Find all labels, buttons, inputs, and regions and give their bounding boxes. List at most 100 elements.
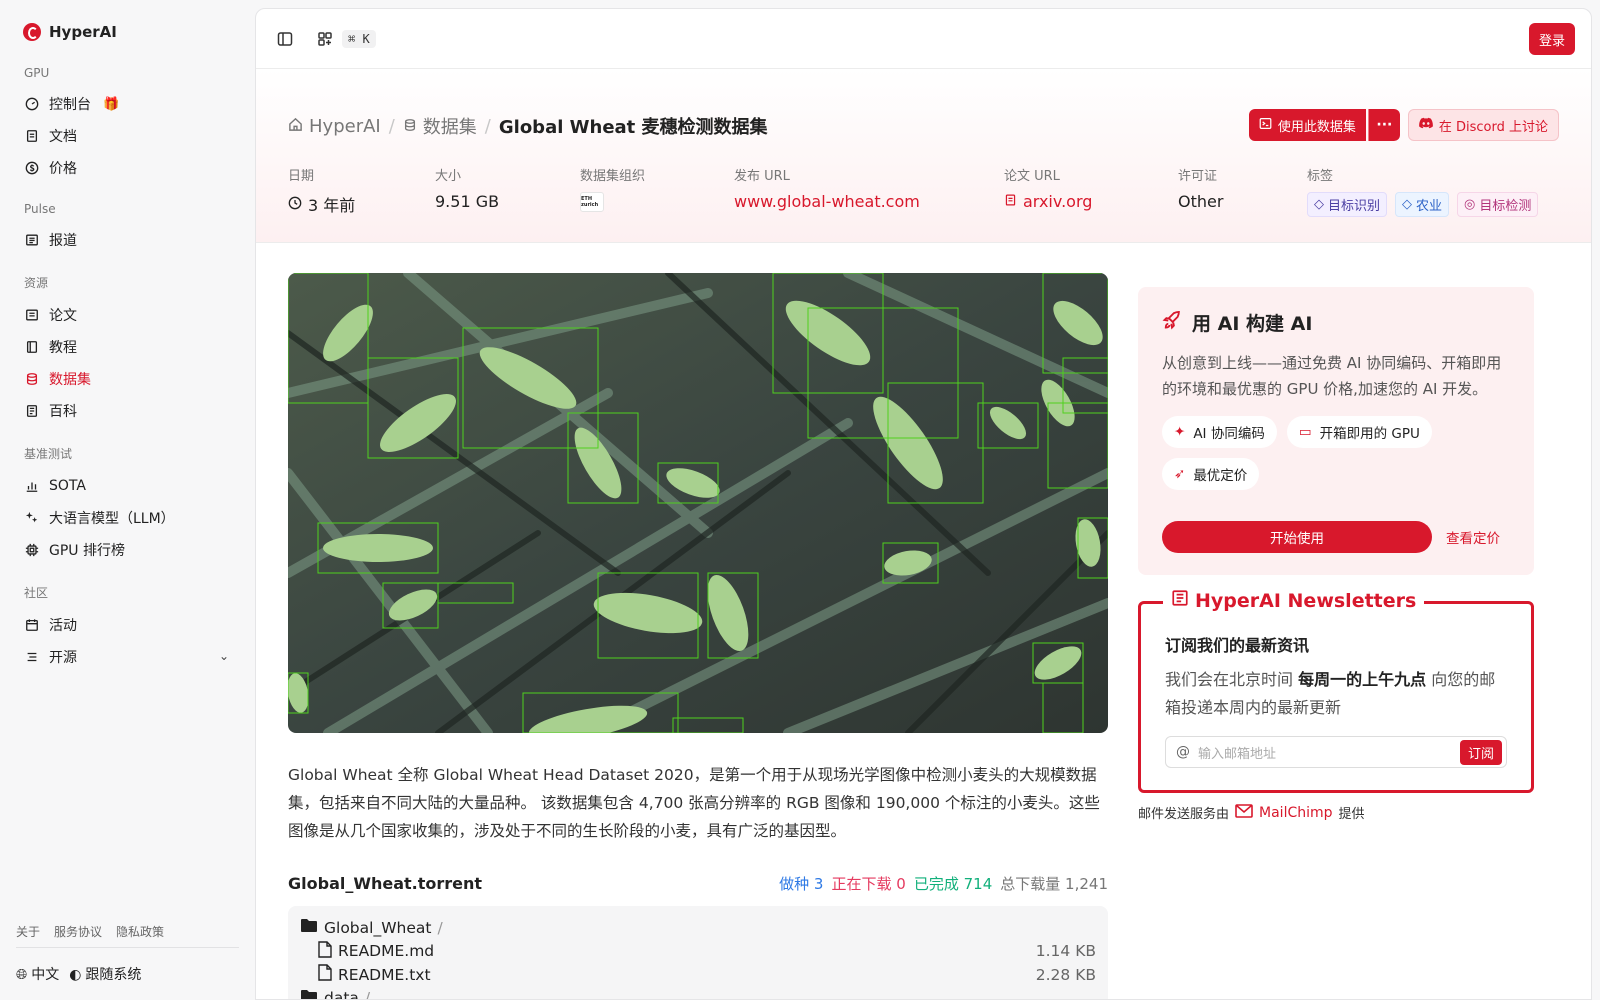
file-size: 2.28 KB xyxy=(1035,965,1096,984)
file-tree-row[interactable]: data / xyxy=(300,987,1096,1000)
chart-icon xyxy=(25,479,39,493)
book-icon xyxy=(25,340,39,354)
breadcrumb: HyperAI / 数据集 / Global Wheat 麦穗检测数据集 xyxy=(288,113,768,139)
more-options-button[interactable]: ··· xyxy=(1367,109,1400,141)
server-icon: ▭ xyxy=(1298,424,1312,440)
hyperai-logo-icon xyxy=(23,23,41,41)
clock-icon xyxy=(288,195,302,214)
mail-icon xyxy=(1235,803,1253,822)
command-shortcut[interactable]: ⌘ K xyxy=(342,29,376,48)
sidebar-item-opensource[interactable]: 开源 ⌄ xyxy=(16,641,239,673)
apps-grid-icon[interactable] xyxy=(312,26,338,52)
divider xyxy=(16,947,239,948)
chevron-down-icon[interactable]: ⌄ xyxy=(219,649,229,663)
language-switch[interactable]: 🌐︎ 中文 xyxy=(16,964,59,984)
section-pulse: Pulse xyxy=(24,202,56,216)
tag-label: 目标检测 xyxy=(1479,199,1532,214)
tag-object-detection[interactable]: ◎ 目标检测 xyxy=(1457,192,1539,217)
file-tree-row[interactable]: README.md 1.14 KB xyxy=(300,940,1096,964)
breadcrumb-datasets[interactable]: 数据集 xyxy=(403,113,477,139)
calendar-icon xyxy=(25,618,39,632)
folder-icon xyxy=(300,989,318,999)
license-value: Other xyxy=(1178,192,1224,211)
section-community: 社区 xyxy=(24,586,49,600)
section-resources: 资源 xyxy=(24,276,49,290)
paper-url-link[interactable]: arxiv.org xyxy=(1004,192,1092,211)
stat-label: 总下载量 xyxy=(1000,875,1061,893)
sidebar-item-console[interactable]: 控制台 🎁 xyxy=(16,88,239,120)
discord-button[interactable]: 在 Discord 上讨论 xyxy=(1407,109,1559,141)
tag-icon: ◇ xyxy=(1402,197,1413,212)
get-started-button[interactable]: 开始使用 xyxy=(1162,521,1432,553)
meta-url: 发布 URL www.global-wheat.com xyxy=(734,165,920,211)
sparkles-icon xyxy=(25,511,39,525)
theme-switch[interactable]: ◐ 跟随系统 xyxy=(69,964,141,984)
completed-stat: 已完成 714 xyxy=(914,873,992,894)
brand[interactable]: HyperAI xyxy=(16,16,239,48)
globe-icon: 🌐︎ xyxy=(16,967,28,983)
meta-license: 许可证 Other xyxy=(1178,165,1223,211)
price-icon xyxy=(25,161,39,175)
file-name: README.md xyxy=(338,942,435,961)
view-pricing-link[interactable]: 查看定价 xyxy=(1446,527,1500,547)
meta-org: 数据集组织 ETH zurich xyxy=(580,165,645,212)
file-tree-row[interactable]: README.txt 2.28 KB xyxy=(300,963,1096,987)
terms-link[interactable]: 服务协议 xyxy=(54,923,102,940)
sidebar-item-datasets[interactable]: 数据集 xyxy=(16,363,239,395)
path-slash: / xyxy=(437,918,443,937)
mailchimp-label: MailChimp xyxy=(1259,804,1333,821)
sidebar-item-pricing[interactable]: 价格 xyxy=(16,152,239,184)
privacy-link[interactable]: 隐私政策 xyxy=(116,923,164,940)
sidebar-item-label: 教程 xyxy=(49,340,77,356)
stat-label: 做种 xyxy=(779,875,810,893)
use-dataset-button[interactable]: 使用此数据集 xyxy=(1248,109,1366,141)
language-label: 中文 xyxy=(31,967,60,983)
tag-agriculture[interactable]: ◇ 农业 xyxy=(1395,192,1450,217)
dataset-content: Global Wheat 全称 Global Wheat Head Datase… xyxy=(288,273,1108,1000)
feature-chip: ➶ 最优定价 xyxy=(1162,458,1260,490)
sidebar-item-papers[interactable]: 论文 xyxy=(16,299,239,331)
sidebar-item-tutorials[interactable]: 教程 xyxy=(16,331,239,363)
sidebar-item-label: GPU 排行榜 xyxy=(49,543,125,559)
paper-icon xyxy=(25,308,39,322)
subscribe-button[interactable]: 订阅 xyxy=(1459,739,1502,765)
breadcrumb-separator: / xyxy=(388,115,395,137)
discord-label: 在 Discord 上讨论 xyxy=(1438,119,1548,135)
mailchimp-link[interactable]: MailChimp xyxy=(1235,803,1333,822)
sidebar-item-news[interactable]: 报道 xyxy=(16,224,239,256)
newsletter-text: 我们会在北京时间 每周一的上午九点 向您的邮箱投递本周内的最新更新 xyxy=(1165,666,1507,722)
file-tree-row[interactable]: Global_Wheat / xyxy=(300,916,1096,940)
sidebar-item-docs[interactable]: 文档 xyxy=(16,120,239,152)
promo-description: 从创意到上线——通过免费 AI 协同编码、开箱即用的环境和最优惠的 GPU 价格… xyxy=(1162,354,1502,398)
stat-value: 0 xyxy=(896,875,906,893)
sidebar-item-wiki[interactable]: 百科 xyxy=(16,395,239,427)
publish-url-link[interactable]: www.global-wheat.com xyxy=(734,192,920,211)
promo-title: 用 AI 构建 AI xyxy=(1192,313,1313,335)
right-column: 用 AI 构建 AI 从创意到上线——通过免费 AI 协同编码、开箱即用的环境和… xyxy=(1138,287,1534,822)
file-size: 1.14 KB xyxy=(1035,942,1096,961)
meta-value: 3 年前 xyxy=(288,192,355,216)
build-ai-promo: 用 AI 构建 AI 从创意到上线——通过免费 AI 协同编码、开箱即用的环境和… xyxy=(1138,287,1534,575)
sidebar-item-sota[interactable]: SOTA xyxy=(16,470,239,502)
breadcrumb-separator: / xyxy=(484,115,491,137)
mailchimp-prefix: 邮件发送服务由 xyxy=(1138,807,1230,822)
sidebar-item-gpu-rank[interactable]: GPU 排行榜 xyxy=(16,534,239,566)
breadcrumb-home[interactable]: HyperAI xyxy=(288,116,381,137)
email-input[interactable]: 输入邮箱地址 xyxy=(1198,743,1452,762)
torrent-name[interactable]: Global_Wheat.torrent xyxy=(288,874,482,893)
torrent-header: Global_Wheat.torrent 做种 3 正在下载 0 已完成 714… xyxy=(288,873,1108,894)
rocket-icon xyxy=(1162,310,1182,335)
file-name: data xyxy=(324,989,359,1000)
login-button[interactable]: 登录 xyxy=(1528,23,1575,55)
tag-object-recognition[interactable]: ◇ 目标识别 xyxy=(1307,192,1388,217)
sidebar-item-events[interactable]: 活动 xyxy=(16,609,239,641)
about-link[interactable]: 关于 xyxy=(16,923,40,940)
sidebar-item-llm[interactable]: 大语言模型（LLM） xyxy=(16,502,239,534)
sidebar-toggle-icon[interactable] xyxy=(272,26,298,52)
section-gpu: GPU xyxy=(24,66,50,80)
document-icon xyxy=(1004,192,1017,211)
main-panel: ⌘ K 登录 HyperAI / 数据集 / Global Wheat 麦穗检测… xyxy=(255,8,1592,1000)
at-sign-icon: @ xyxy=(1176,744,1190,760)
wiki-icon xyxy=(25,404,39,418)
org-logo[interactable]: ETH zurich xyxy=(580,192,604,212)
